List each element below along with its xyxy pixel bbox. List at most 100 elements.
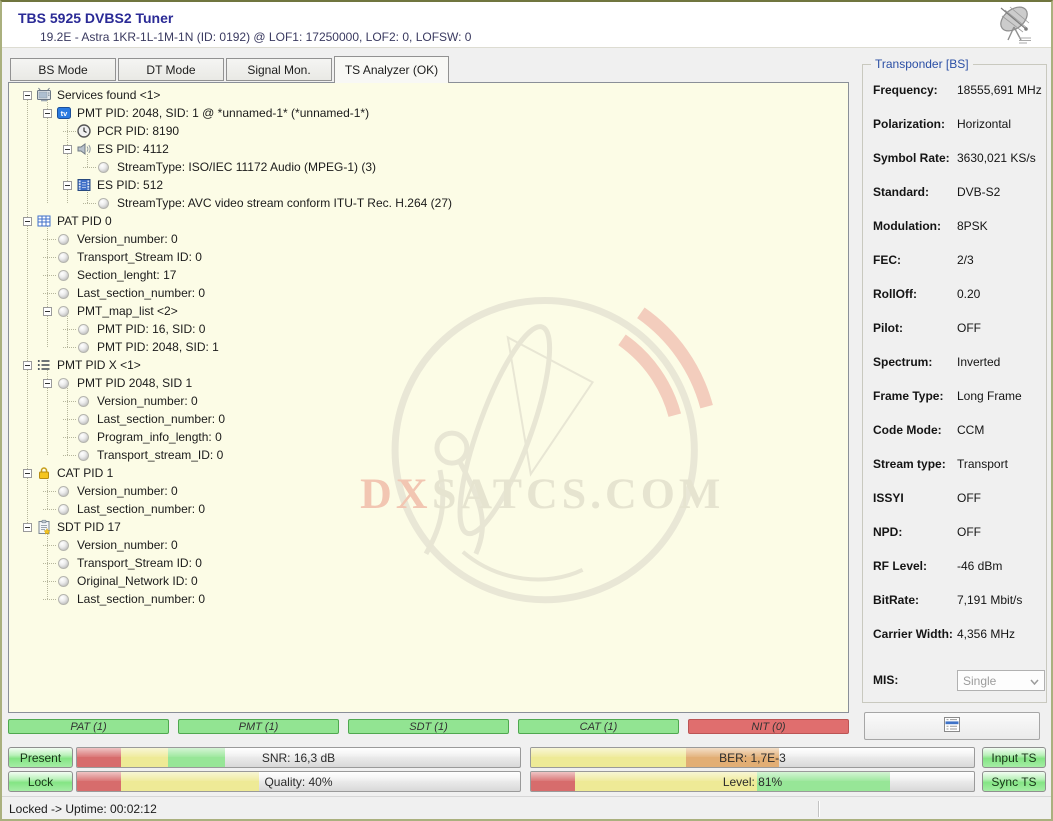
expander-minus-icon[interactable] [63,145,72,154]
input-ts-button[interactable]: Input TS [982,747,1046,768]
tree-connector [63,419,76,420]
tree-item-label: PMT PID: 2048, SID: 1 @ *unnamed-1* (*un… [77,106,369,120]
field-value: 8PSK [957,219,988,233]
field-value: CCM [957,423,984,437]
snr-text: SNR: 16,3 dB [77,748,520,767]
tree-item-label: ES PID: 4112 [97,142,169,156]
tab-dt-mode[interactable]: DT Mode [118,58,224,81]
field-value: OFF [957,525,981,539]
sphere-icon [58,234,69,245]
tree-item[interactable]: PAT PID 0 [9,212,848,230]
ts-analyzer-page: DX SATCS.COM Services found <1>tvPMT PID… [8,82,849,713]
tree-connector [43,257,56,258]
pid-status-badge: SDT (1) [348,719,509,734]
tree-item[interactable]: Last_section_number: 0 [9,284,848,302]
field-value: Long Frame [957,389,1022,403]
tree-item[interactable]: Version_number: 0 [9,230,848,248]
listx-icon [36,357,52,373]
tree-item-label: Last_section_number: 0 [97,412,225,426]
tree-connector [43,581,56,582]
tree-connector [63,401,76,402]
expander-minus-icon[interactable] [23,469,32,478]
tree-connector [63,455,76,456]
tree-connector [63,329,76,330]
tree-item-label: PMT PID: 16, SID: 0 [97,322,205,336]
tree-connector [83,203,96,204]
lock-button[interactable]: Lock [8,771,73,792]
transponder-field-row: Modulation:8PSK [873,219,1042,235]
tree-item[interactable]: Version_number: 0 [9,482,848,500]
tree-item[interactable]: Version_number: 0 [9,392,848,410]
snr-progressbar: SNR: 16,3 dB [76,747,521,768]
tree-item[interactable]: StreamType: AVC video stream conform ITU… [9,194,848,212]
sdt-icon [36,519,52,535]
expander-minus-icon[interactable] [43,109,52,118]
field-value: OFF [957,321,981,335]
field-label: Spectrum: [873,355,932,369]
tree-item[interactable]: Version_number: 0 [9,536,848,554]
expander-minus-icon[interactable] [23,523,32,532]
field-value: 3630,021 KS/s [957,151,1036,165]
tree-item[interactable]: Transport_Stream ID: 0 [9,554,848,572]
ts-list-button[interactable] [864,712,1040,740]
tree-item[interactable]: Transport_stream_ID: 0 [9,446,848,464]
tree-connector [43,239,56,240]
mis-label: MIS: [873,673,898,687]
tree-item[interactable]: Section_lenght: 17 [9,266,848,284]
tree-connector [43,599,56,600]
tree-item[interactable]: PCR PID: 8190 [9,122,848,140]
tree-item[interactable]: PMT PID 2048, SID 1 [9,374,848,392]
tab-signal-mon[interactable]: Signal Mon. [226,58,332,81]
tree-item[interactable]: tvPMT PID: 2048, SID: 1 @ *unnamed-1* (*… [9,104,848,122]
tree-item[interactable]: PMT PID: 16, SID: 0 [9,320,848,338]
field-label: NPD: [873,525,902,539]
sphere-icon [78,432,89,443]
tree-item[interactable]: CAT PID 1 [9,464,848,482]
tab-bs-mode[interactable]: BS Mode [10,58,116,81]
sphere-icon [58,504,69,515]
tree-item[interactable]: Last_section_number: 0 [9,410,848,428]
tree-connector [43,491,56,492]
field-value: OFF [957,491,981,505]
tree-item[interactable]: Last_section_number: 0 [9,500,848,518]
tree-item[interactable]: Services found <1> [9,86,848,104]
expander-minus-icon[interactable] [63,181,72,190]
field-label: Carrier Width: [873,627,953,641]
services-icon [36,87,52,103]
tree-item[interactable]: Last_section_number: 0 [9,590,848,608]
field-label: Standard: [873,185,929,199]
field-value: 4,356 MHz [957,627,1015,641]
field-label: Pilot: [873,321,903,335]
sphere-icon [78,450,89,461]
expander-minus-icon[interactable] [23,91,32,100]
tree-item[interactable]: Transport_Stream ID: 0 [9,248,848,266]
tree-item[interactable]: SDT PID 17 [9,518,848,536]
expander-minus-icon[interactable] [23,361,32,370]
sphere-icon [98,162,109,173]
present-button[interactable]: Present [8,747,73,768]
tree-item[interactable]: StreamType: ISO/IEC 11172 Audio (MPEG-1)… [9,158,848,176]
tree-item-label: ES PID: 512 [97,178,163,192]
tree-item[interactable]: PMT_map_list <2> [9,302,848,320]
mis-dropdown[interactable]: Single [957,670,1045,691]
expander-minus-icon[interactable] [43,379,52,388]
chevron-down-icon [1030,674,1039,688]
tab-ts-analyzer[interactable]: TS Analyzer (OK) [334,56,449,83]
field-value: 2/3 [957,253,974,267]
tree-item[interactable]: Program_info_length: 0 [9,428,848,446]
sync-ts-button[interactable]: Sync TS [982,771,1046,792]
tree-item[interactable]: Original_Network ID: 0 [9,572,848,590]
transponder-field-row: BitRate:7,191 Mbit/s [873,593,1042,609]
level-progressbar: Level: 81% [530,771,975,792]
tree-item[interactable]: ES PID: 4112 [9,140,848,158]
expander-minus-icon[interactable] [43,307,52,316]
tree-item[interactable]: ES PID: 512 [9,176,848,194]
tree-item[interactable]: PMT PID X <1> [9,356,848,374]
transponder-field-row: NPD: OFF [873,525,1042,541]
ts-tree: Services found <1>tvPMT PID: 2048, SID: … [9,83,848,712]
tree-item-label: Last_section_number: 0 [77,592,205,606]
field-value: Transport [957,457,1008,471]
tree-item[interactable]: PMT PID: 2048, SID: 1 [9,338,848,356]
tree-connector [43,293,56,294]
expander-minus-icon[interactable] [23,217,32,226]
